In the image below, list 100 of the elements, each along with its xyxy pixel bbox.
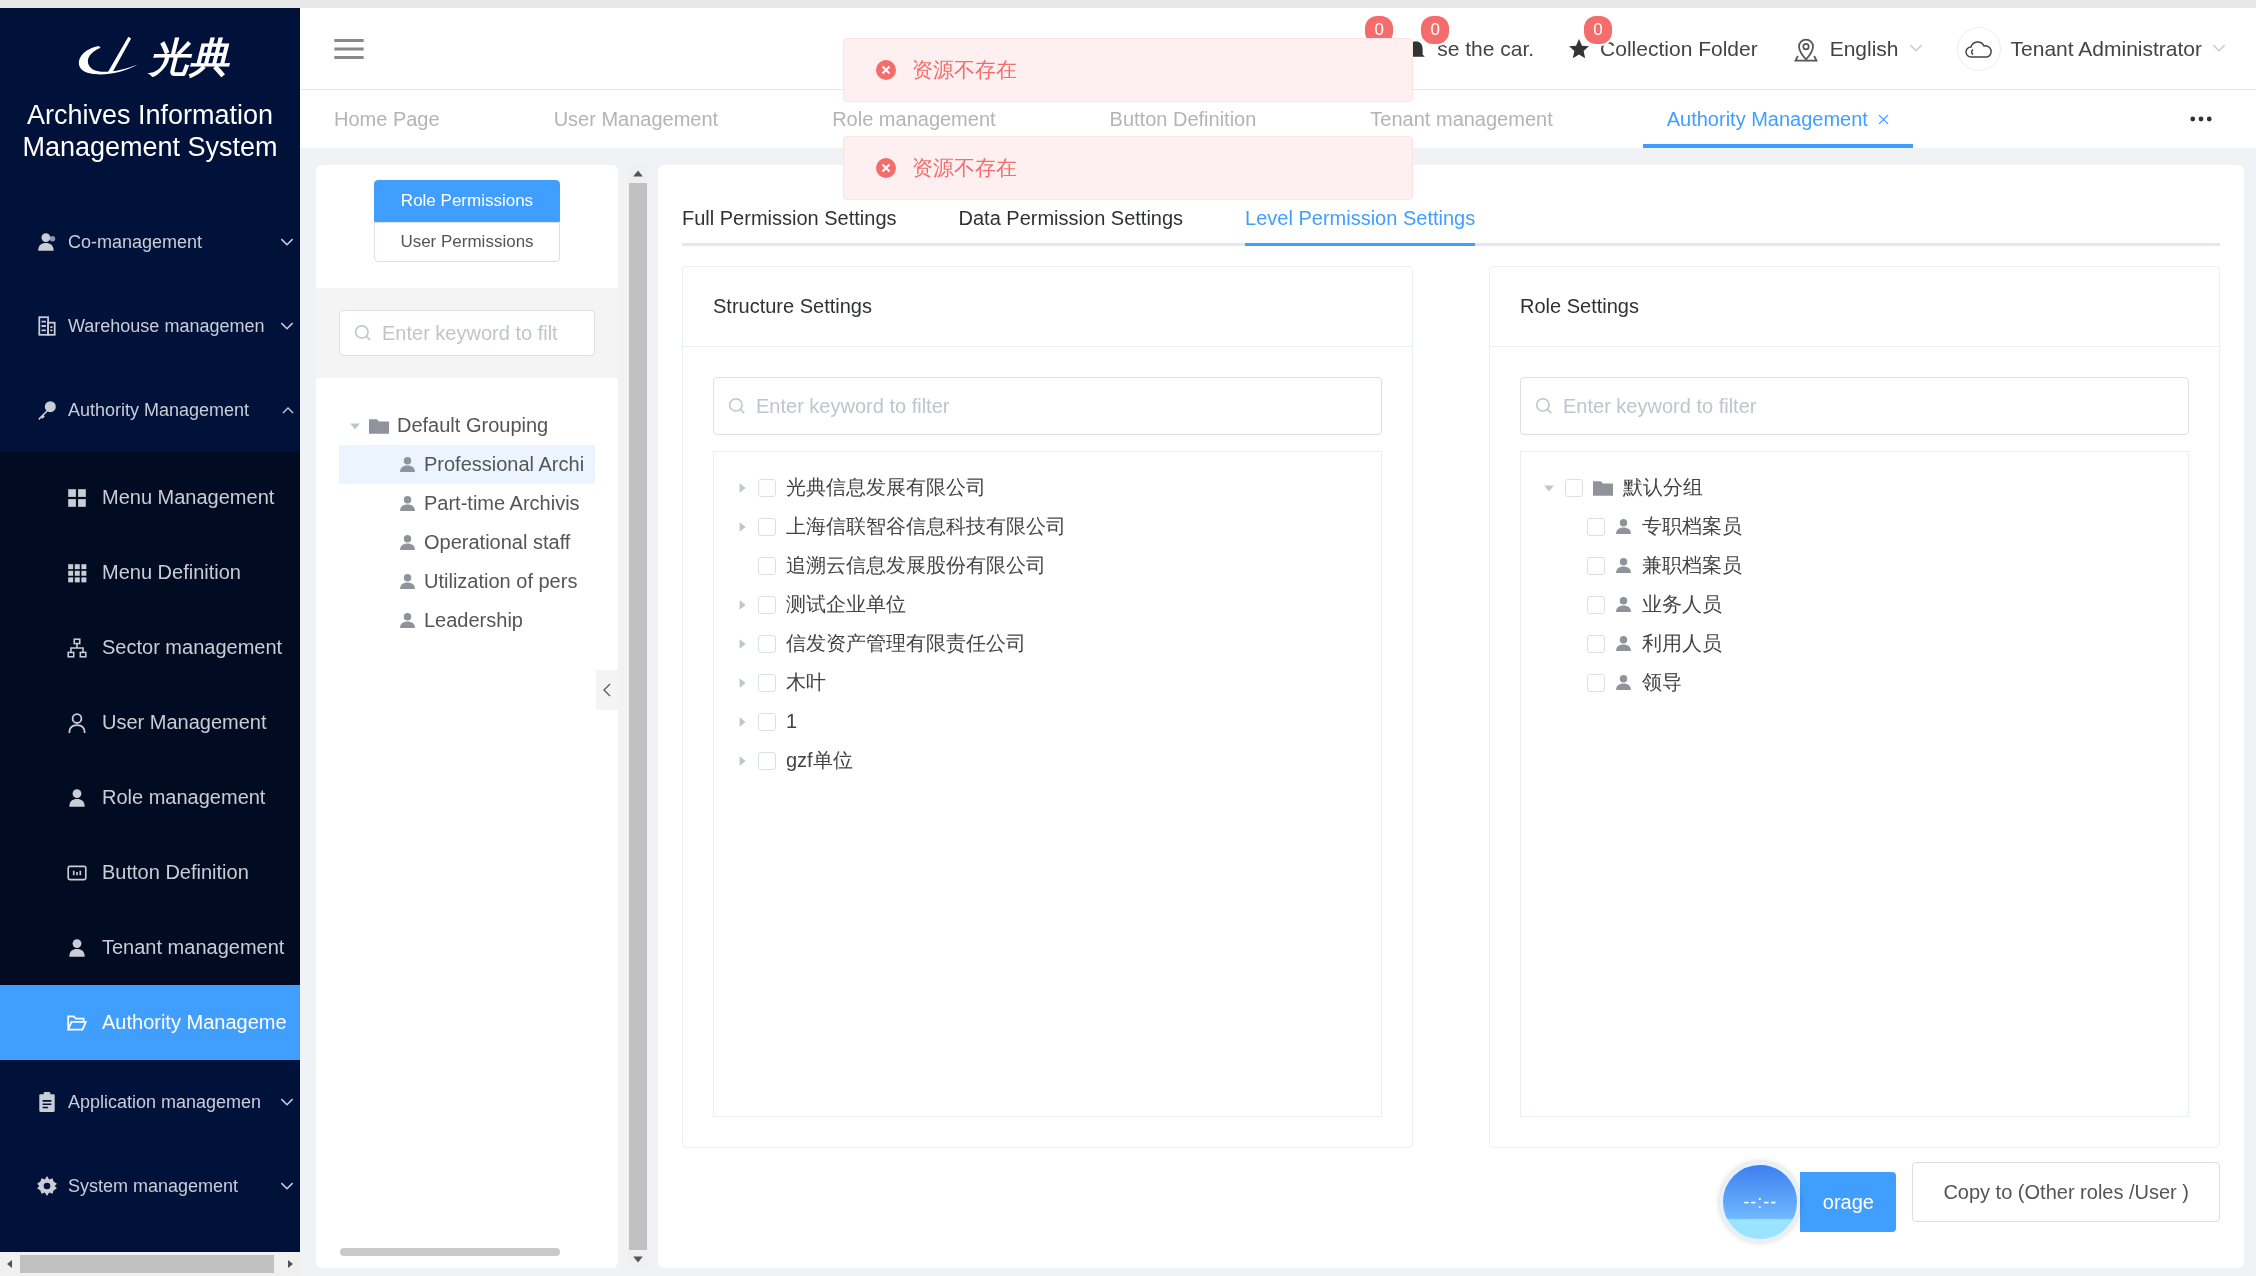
checkbox[interactable] xyxy=(1587,517,1605,536)
menu-label: Menu Definition xyxy=(102,561,241,584)
menu-label: System management xyxy=(68,1175,239,1197)
tree-label[interactable]: gzf单位 xyxy=(786,747,853,774)
submenu-item[interactable]: Button Definition xyxy=(0,835,300,910)
sidebar-item[interactable]: Co-management xyxy=(0,200,300,284)
copy-button[interactable]: Copy to (Other roles /User ) xyxy=(1912,1162,2220,1222)
submenu-item[interactable]: Sector management xyxy=(0,610,300,685)
tree-label[interactable]: 上海信联智谷信息科技有限公司 xyxy=(786,513,1066,540)
sidebar-item[interactable]: System management xyxy=(0,1144,300,1228)
scroll-right-icon[interactable] xyxy=(285,1259,295,1269)
sidebar-item[interactable]: Authority Management xyxy=(0,368,300,452)
pane-title: Structure Settings xyxy=(683,267,1412,347)
submenu-item[interactable]: Role management xyxy=(0,760,300,835)
more-icon[interactable] xyxy=(2190,116,2212,122)
checkbox[interactable] xyxy=(758,712,776,731)
menu-icon xyxy=(36,231,58,253)
chevron-icon xyxy=(280,237,294,247)
search-icon xyxy=(1535,397,1553,415)
app-title: Archives Information Management System xyxy=(21,99,279,163)
search-field[interactable]: Enter keyword to filter xyxy=(1520,377,2189,435)
tree-label[interactable]: 利用人员 xyxy=(1642,630,1722,657)
search-field[interactable]: Enter keyword to filter xyxy=(713,377,1382,435)
tree-label[interactable]: 光典信息发展有限公司 xyxy=(786,474,986,501)
person-icon xyxy=(1615,635,1632,652)
submenu-item[interactable]: Menu Definition xyxy=(0,535,300,610)
menu-label: User Management xyxy=(102,711,267,734)
checkbox[interactable] xyxy=(1565,478,1583,497)
tree-label[interactable]: 1 xyxy=(786,710,798,733)
submenu-item[interactable]: Tenant management xyxy=(0,910,300,985)
collapse-button[interactable] xyxy=(596,670,618,710)
checkbox[interactable] xyxy=(758,517,776,536)
checkbox[interactable] xyxy=(758,751,776,770)
tree-label[interactable]: 兼职档案员 xyxy=(1642,552,1742,579)
vertical-scrollbar[interactable] xyxy=(628,165,648,1268)
menu-label: Tenant management xyxy=(102,936,285,959)
tree-label[interactable]: 专职档案员 xyxy=(1642,513,1742,540)
checkbox[interactable] xyxy=(758,595,776,614)
menu-icon[interactable] xyxy=(334,37,364,60)
menu-label: Application managemen xyxy=(68,1091,262,1113)
person-icon xyxy=(399,534,416,551)
tree-label[interactable]: 测试企业单位 xyxy=(786,591,906,618)
checkbox[interactable] xyxy=(1587,673,1605,692)
menu-label: Warehouse managemen xyxy=(68,315,265,337)
user-menu[interactable]: Tenant Administrator xyxy=(2010,36,2202,61)
menu-icon xyxy=(66,711,88,734)
star-icon[interactable] xyxy=(1568,37,1591,60)
folder-icon xyxy=(369,417,389,434)
menu-label: Authority Management xyxy=(68,399,250,421)
checkbox[interactable] xyxy=(1587,556,1605,575)
checkbox[interactable] xyxy=(758,478,776,497)
language-select[interactable]: English xyxy=(1829,36,1899,61)
folder-icon xyxy=(1593,479,1613,496)
search-icon xyxy=(354,324,372,342)
chevron-icon xyxy=(2212,44,2226,53)
horizontal-scrollbar[interactable] xyxy=(0,1252,300,1276)
tree-label[interactable]: 领导 xyxy=(1642,669,1682,696)
menu-label: Menu Management xyxy=(102,486,275,509)
checkbox[interactable] xyxy=(758,634,776,653)
checkbox[interactable] xyxy=(758,673,776,692)
search-field[interactable]: Enter keyword to filt xyxy=(339,310,595,356)
submenu-item[interactable]: User Management xyxy=(0,685,300,760)
menu-label: Co-management xyxy=(68,231,203,253)
tree-node[interactable]: Default Grouping xyxy=(339,406,595,445)
tree-node[interactable]: Part-time Archivis xyxy=(339,484,595,523)
tree-label[interactable]: 默认分组 xyxy=(1623,474,1703,501)
menu-icon xyxy=(36,399,58,421)
tree-label[interactable]: 木叶 xyxy=(786,669,826,696)
horizontal-scrollbar[interactable] xyxy=(340,1248,560,1256)
person-icon xyxy=(399,573,416,590)
person-icon xyxy=(1615,674,1632,691)
tree-label[interactable]: 追溯云信息发展股份有限公司 xyxy=(786,552,1046,579)
menu-icon xyxy=(36,1091,58,1113)
error-toast: 资源不存在 xyxy=(843,136,1413,200)
tree-label[interactable]: 业务人员 xyxy=(1642,591,1722,618)
person-icon xyxy=(399,456,416,473)
scroll-left-icon[interactable] xyxy=(5,1259,15,1269)
tree-node[interactable]: Operational staff xyxy=(339,523,595,562)
person-icon xyxy=(399,495,416,512)
submenu-item[interactable]: Menu Management xyxy=(0,460,300,535)
tree-label[interactable]: 信发资产管理有限责任公司 xyxy=(786,630,1026,657)
sidebar-item[interactable]: Application managemen xyxy=(0,1060,300,1144)
tree-node[interactable]: Professional Archi xyxy=(339,445,595,484)
menu-icon xyxy=(66,786,88,809)
cloud-icon xyxy=(1963,38,1994,59)
checkbox[interactable] xyxy=(1587,634,1605,653)
sidebar-item[interactable]: Warehouse managemen xyxy=(0,284,300,368)
tree-node[interactable]: Leadership xyxy=(339,601,595,640)
error-icon xyxy=(876,158,896,178)
tree-node[interactable]: Utilization of pers xyxy=(339,562,595,601)
count-badge: 0 xyxy=(1419,13,1452,46)
person-icon xyxy=(1615,557,1632,574)
pane-title: Role Settings xyxy=(1490,267,2219,347)
checkbox[interactable] xyxy=(758,556,776,575)
menu-label: Role management xyxy=(102,786,266,809)
chevron-icon xyxy=(280,1181,294,1191)
checkbox[interactable] xyxy=(1587,595,1605,614)
mode-button[interactable]: User Permissions xyxy=(374,222,560,262)
close-icon[interactable] xyxy=(1877,113,1889,125)
menu-label: Authority Manageme xyxy=(102,1011,287,1034)
